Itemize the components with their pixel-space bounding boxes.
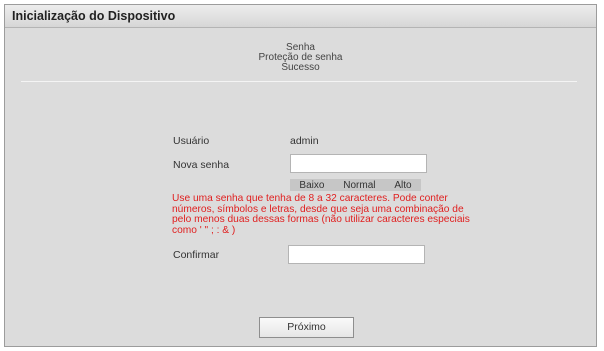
device-init-dialog: Inicialização do Dispositivo Senha Prote… — [4, 4, 597, 347]
password-rules-hint: Use uma senha que tenha de 8 a 32 caract… — [172, 193, 470, 236]
new-password-input[interactable] — [290, 154, 427, 173]
step-success: Sucesso — [281, 62, 320, 73]
strength-high: Alto — [394, 179, 412, 191]
new-password-label: Nova senha — [173, 159, 230, 171]
strength-low: Baixo — [299, 179, 325, 191]
confirm-password-input[interactable] — [288, 245, 425, 264]
user-value: admin — [290, 135, 319, 147]
dialog-title: Inicialização do Dispositivo — [12, 9, 176, 23]
steps-divider — [21, 81, 577, 82]
confirm-password-label: Confirmar — [173, 249, 220, 261]
next-button[interactable]: Próximo — [259, 317, 354, 338]
strength-normal: Normal — [343, 179, 376, 191]
user-label: Usuário — [173, 135, 210, 147]
dialog-titlebar: Inicialização do Dispositivo — [5, 5, 596, 28]
password-strength-meter: Baixo Normal Alto — [290, 179, 421, 191]
setup-steps: Senha Proteção de senha Sucesso — [5, 43, 596, 73]
